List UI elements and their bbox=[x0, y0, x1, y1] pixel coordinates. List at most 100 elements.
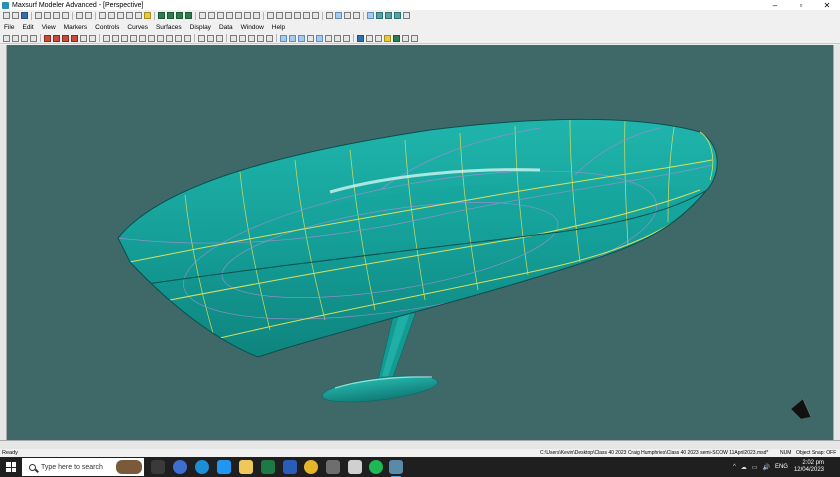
scale-icon[interactable] bbox=[148, 34, 155, 42]
menu-edit[interactable]: Edit bbox=[18, 24, 37, 31]
light-icon[interactable] bbox=[384, 34, 391, 42]
surface-color-icon[interactable] bbox=[248, 34, 255, 42]
home-view-icon[interactable] bbox=[126, 12, 133, 19]
window-layout-2-icon[interactable] bbox=[167, 12, 174, 19]
menu-controls[interactable]: Controls bbox=[91, 24, 123, 31]
save-icon[interactable] bbox=[21, 12, 28, 19]
shrink-icon[interactable] bbox=[108, 12, 115, 19]
window-layout-4-icon[interactable] bbox=[185, 12, 192, 19]
window-layout-3-icon[interactable] bbox=[176, 12, 183, 19]
menu-curves[interactable]: Curves bbox=[123, 24, 152, 31]
smooth-icon[interactable] bbox=[166, 34, 173, 42]
display-curvature-icon[interactable] bbox=[298, 34, 305, 42]
taskbar-search-box[interactable]: Type here to search bbox=[22, 458, 144, 476]
menu-markers[interactable]: Markers bbox=[60, 24, 91, 31]
arrow-select-icon[interactable] bbox=[21, 34, 28, 42]
window-layout-1-icon[interactable] bbox=[158, 12, 165, 19]
trim-tool-icon[interactable] bbox=[276, 12, 283, 19]
menu-help[interactable]: Help bbox=[268, 24, 289, 31]
display-net-icon[interactable] bbox=[280, 34, 287, 42]
chrome-icon[interactable] bbox=[304, 460, 318, 474]
shade-icon[interactable] bbox=[367, 12, 374, 19]
rendering-view-icon[interactable] bbox=[235, 12, 242, 19]
language-indicator[interactable]: ENG bbox=[775, 464, 788, 470]
unbond-icon[interactable] bbox=[184, 34, 191, 42]
split-tool-icon[interactable] bbox=[303, 12, 310, 19]
excel-icon[interactable] bbox=[261, 460, 275, 474]
wireframe-render-icon[interactable] bbox=[366, 34, 373, 42]
minimize-button[interactable]: – bbox=[762, 0, 788, 10]
menu-data[interactable]: Data bbox=[215, 24, 237, 31]
hidden-line-render-icon[interactable] bbox=[375, 34, 382, 42]
body-plan-view-icon[interactable] bbox=[217, 12, 224, 19]
new-icon[interactable] bbox=[3, 12, 10, 19]
join-tool-icon[interactable] bbox=[312, 12, 319, 19]
graph-tool-icon[interactable] bbox=[353, 12, 360, 19]
perspective-view-icon[interactable] bbox=[226, 12, 233, 19]
compact-control-points-icon[interactable] bbox=[80, 34, 87, 42]
menu-surfaces[interactable]: Surfaces bbox=[152, 24, 186, 31]
surface-properties-icon[interactable] bbox=[257, 34, 264, 42]
move-control-point-icon[interactable] bbox=[44, 34, 51, 42]
windows-start-icon[interactable] bbox=[6, 462, 16, 472]
edge-browser-icon[interactable] bbox=[195, 460, 209, 474]
menu-file[interactable]: File bbox=[0, 24, 18, 31]
intersect-tool-icon[interactable] bbox=[294, 12, 301, 19]
tables-view-icon[interactable] bbox=[253, 12, 260, 19]
lasso-icon[interactable] bbox=[12, 34, 19, 42]
plan-view-icon[interactable] bbox=[199, 12, 206, 19]
cut-icon[interactable] bbox=[35, 12, 42, 19]
undo-icon[interactable] bbox=[76, 12, 83, 19]
rotate-icon[interactable] bbox=[144, 12, 151, 19]
menu-window[interactable]: Window bbox=[237, 24, 268, 31]
group-icon[interactable] bbox=[121, 34, 128, 42]
print-icon[interactable] bbox=[62, 12, 69, 19]
profile-view-icon[interactable] bbox=[208, 12, 215, 19]
add-control-point-icon[interactable] bbox=[53, 34, 60, 42]
box-tool-icon[interactable] bbox=[326, 12, 333, 19]
rotate-points-icon[interactable] bbox=[207, 34, 214, 42]
animation-icon[interactable] bbox=[402, 34, 409, 42]
mirror-icon[interactable] bbox=[139, 34, 146, 42]
align-control-points-icon[interactable] bbox=[71, 34, 78, 42]
measure-icon[interactable] bbox=[112, 34, 119, 42]
zoom-icon[interactable] bbox=[99, 12, 106, 19]
point-select-icon[interactable] bbox=[30, 34, 37, 42]
display-background-icon[interactable] bbox=[343, 34, 350, 42]
spotify-icon[interactable] bbox=[369, 460, 383, 474]
delete-control-point-icon[interactable] bbox=[62, 34, 69, 42]
word-icon[interactable] bbox=[283, 460, 297, 474]
copy-icon[interactable] bbox=[44, 12, 51, 19]
sphere-render-icon[interactable] bbox=[357, 34, 364, 42]
grid-tool-icon[interactable] bbox=[335, 12, 342, 19]
curve-tool-icon[interactable] bbox=[267, 12, 274, 19]
texture-icon[interactable] bbox=[385, 12, 392, 19]
paste-icon[interactable] bbox=[53, 12, 60, 19]
photos-icon[interactable] bbox=[348, 460, 362, 474]
redo-icon[interactable] bbox=[85, 12, 92, 19]
flow-tool-icon[interactable] bbox=[285, 12, 292, 19]
taskbar-clock[interactable]: 2:02 pm 12/04/2023 bbox=[794, 460, 824, 474]
pencil-icon[interactable] bbox=[3, 34, 10, 42]
menu-view[interactable]: View bbox=[38, 24, 60, 31]
fair-icon[interactable] bbox=[157, 34, 164, 42]
grid-options-icon[interactable] bbox=[216, 34, 223, 42]
render-icon[interactable] bbox=[376, 12, 383, 19]
close-button[interactable]: ✕ bbox=[814, 0, 840, 10]
render-settings-icon[interactable] bbox=[411, 34, 418, 42]
environment-icon[interactable] bbox=[394, 12, 401, 19]
stack-icon[interactable] bbox=[198, 34, 205, 42]
control-options-icon[interactable] bbox=[89, 34, 96, 42]
onedrive-icon[interactable]: ☁ bbox=[741, 464, 747, 471]
graph-view-icon[interactable] bbox=[244, 12, 251, 19]
more-options-icon[interactable] bbox=[403, 12, 410, 19]
surface-visibility-icon[interactable] bbox=[230, 34, 237, 42]
maxsurf-app-taskbar-icon[interactable] bbox=[326, 460, 340, 474]
draw-icon[interactable] bbox=[103, 34, 110, 42]
pan-icon[interactable] bbox=[117, 12, 124, 19]
zoom-app-icon[interactable] bbox=[173, 460, 187, 474]
file-explorer-icon[interactable] bbox=[239, 460, 253, 474]
set-home-view-icon[interactable] bbox=[135, 12, 142, 19]
bond-icon[interactable] bbox=[175, 34, 182, 42]
battery-icon[interactable]: ▭ bbox=[752, 464, 758, 471]
